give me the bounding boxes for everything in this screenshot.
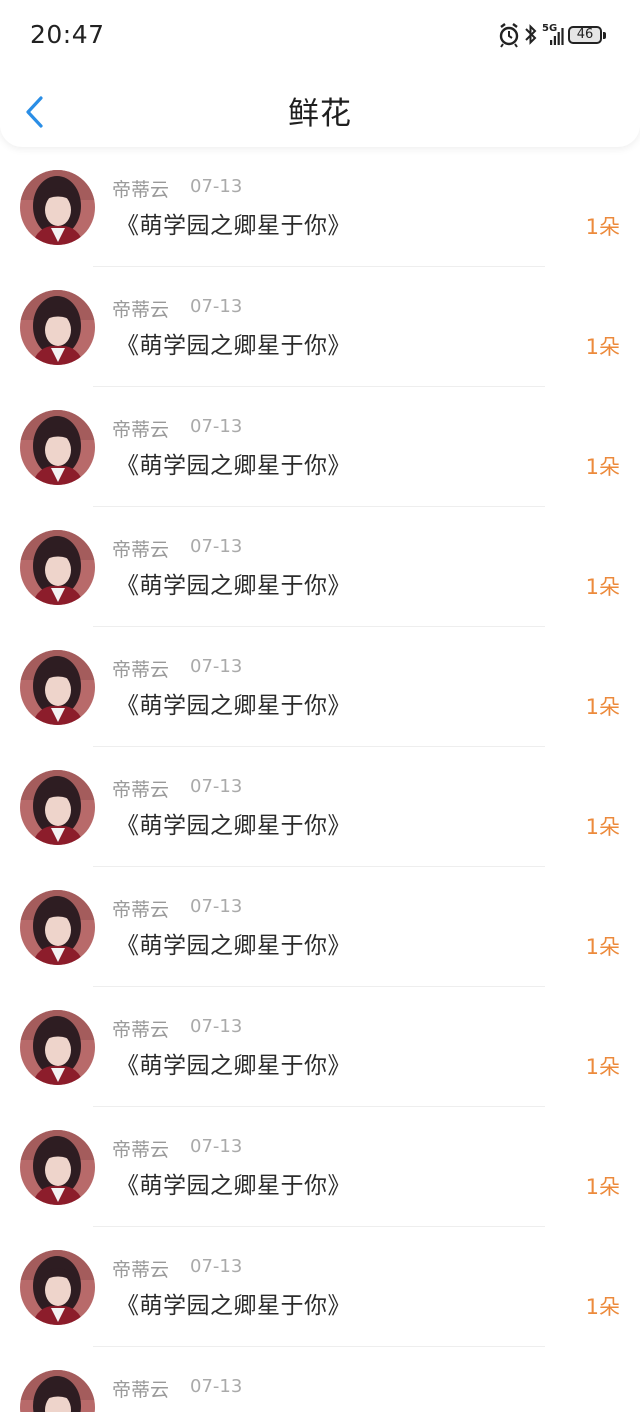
book-title: 《萌学园之卿星于你》 [116, 453, 351, 479]
avatar[interactable] [20, 650, 95, 725]
send-date: 07-13 [190, 1376, 243, 1397]
avatar-image [20, 530, 95, 605]
avatar-image [20, 1370, 95, 1412]
flower-count: 1朵 [585, 1295, 620, 1319]
send-date: 07-13 [190, 1136, 243, 1157]
book-title: 《萌学园之卿星于你》 [116, 1406, 351, 1412]
avatar[interactable] [20, 1130, 95, 1205]
avatar-image [20, 770, 95, 845]
avatar-image [20, 170, 95, 245]
book-title: 《萌学园之卿星于你》 [116, 213, 351, 239]
battery-icon: 46 [568, 26, 602, 44]
list-item[interactable]: 帝蒂云 07-13 《萌学园之卿星于你》 1朵 [0, 387, 640, 507]
send-date: 07-13 [190, 416, 243, 437]
sender-name: 帝蒂云 [112, 899, 170, 921]
list-item[interactable]: 帝蒂云 07-13 《萌学园之卿星于你》 1朵 [0, 507, 640, 627]
avatar[interactable] [20, 410, 95, 485]
flower-count: 1朵 [585, 1175, 620, 1199]
book-title: 《萌学园之卿星于你》 [116, 1293, 351, 1319]
book-title: 《萌学园之卿星于你》 [116, 933, 351, 959]
list-item[interactable]: 帝蒂云 07-13 《萌学园之卿星于你》 1朵 [0, 147, 640, 267]
avatar[interactable] [20, 170, 95, 245]
book-title: 《萌学园之卿星于你》 [116, 693, 351, 719]
battery-level: 46 [576, 27, 594, 42]
sender-name: 帝蒂云 [112, 419, 170, 441]
send-date: 07-13 [190, 296, 243, 317]
sender-name: 帝蒂云 [112, 299, 170, 321]
sender-name: 帝蒂云 [112, 179, 170, 201]
battery-cap [603, 32, 606, 39]
avatar[interactable] [20, 530, 95, 605]
sender-name: 帝蒂云 [112, 779, 170, 801]
avatar-image [20, 1250, 95, 1325]
send-date: 07-13 [190, 536, 243, 557]
sender-name: 帝蒂云 [112, 1259, 170, 1281]
header: 20:47 5G 46 鲜花 [0, 0, 640, 147]
send-date: 07-13 [190, 176, 243, 197]
book-title: 《萌学园之卿星于你》 [116, 1173, 351, 1199]
flower-count: 1朵 [585, 1055, 620, 1079]
book-title: 《萌学园之卿星于你》 [116, 573, 351, 599]
sender-name: 帝蒂云 [112, 1019, 170, 1041]
book-title: 《萌学园之卿星于你》 [116, 813, 351, 839]
list-item[interactable]: 帝蒂云 07-13 《萌学园之卿星于你》 1朵 [0, 1227, 640, 1347]
avatar[interactable] [20, 770, 95, 845]
avatar-image [20, 290, 95, 365]
flower-count: 1朵 [585, 575, 620, 599]
list-item[interactable]: 帝蒂云 07-13 《萌学园之卿星于你》 1朵 [0, 1347, 640, 1412]
send-date: 07-13 [190, 1256, 243, 1277]
avatar[interactable] [20, 1370, 95, 1412]
avatar[interactable] [20, 890, 95, 965]
status-icons: 5G 46 [498, 22, 610, 52]
send-date: 07-13 [190, 1016, 243, 1037]
status-time: 20:47 [30, 20, 105, 49]
list-item[interactable]: 帝蒂云 07-13 《萌学园之卿星于你》 1朵 [0, 627, 640, 747]
avatar-image [20, 650, 95, 725]
avatar[interactable] [20, 290, 95, 365]
list-item[interactable]: 帝蒂云 07-13 《萌学园之卿星于你》 1朵 [0, 1107, 640, 1227]
sender-name: 帝蒂云 [112, 1139, 170, 1161]
avatar-image [20, 890, 95, 965]
send-date: 07-13 [190, 656, 243, 677]
flower-count: 1朵 [585, 695, 620, 719]
flower-count: 1朵 [585, 455, 620, 479]
sender-name: 帝蒂云 [112, 1379, 170, 1401]
avatar[interactable] [20, 1250, 95, 1325]
signal-icon [550, 28, 564, 45]
list-item[interactable]: 帝蒂云 07-13 《萌学园之卿星于你》 1朵 [0, 987, 640, 1107]
list-item[interactable]: 帝蒂云 07-13 《萌学园之卿星于你》 1朵 [0, 747, 640, 867]
alarm-icon [499, 23, 519, 48]
flower-list: 帝蒂云 07-13 《萌学园之卿星于你》 1朵 帝蒂云 07-13 《萌学园之卿… [0, 147, 640, 1412]
send-date: 07-13 [190, 776, 243, 797]
flower-count: 1朵 [585, 935, 620, 959]
flower-count: 1朵 [585, 335, 620, 359]
book-title: 《萌学园之卿星于你》 [116, 1053, 351, 1079]
page-title: 鲜花 [288, 96, 352, 132]
avatar-image [20, 1010, 95, 1085]
list-item[interactable]: 帝蒂云 07-13 《萌学园之卿星于你》 1朵 [0, 867, 640, 987]
flower-count: 1朵 [585, 815, 620, 839]
sender-name: 帝蒂云 [112, 539, 170, 561]
book-title: 《萌学园之卿星于你》 [116, 333, 351, 359]
bluetooth-icon [525, 24, 537, 45]
sender-name: 帝蒂云 [112, 659, 170, 681]
avatar-image [20, 1130, 95, 1205]
send-date: 07-13 [190, 896, 243, 917]
flowers-page: 20:47 5G 46 鲜花 帝蒂云 07-13 《萌学园之卿星于你》 1朵 帝… [0, 0, 640, 1412]
avatar-image [20, 410, 95, 485]
avatar[interactable] [20, 1010, 95, 1085]
flower-count: 1朵 [585, 215, 620, 239]
list-item[interactable]: 帝蒂云 07-13 《萌学园之卿星于你》 1朵 [0, 267, 640, 387]
